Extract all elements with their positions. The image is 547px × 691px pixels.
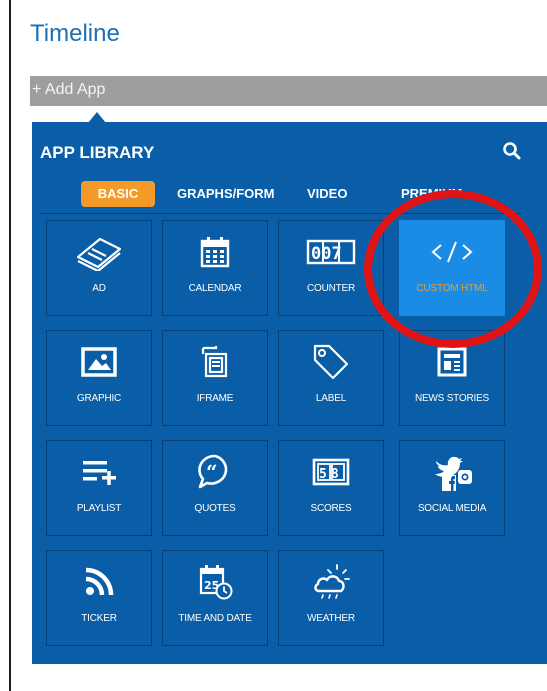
app-tile-graphic[interactable]: GRAPHIC <box>46 330 152 426</box>
app-tile-label-app[interactable]: LABEL <box>278 330 384 426</box>
app-tile-label: IFRAME <box>196 393 234 404</box>
search-icon[interactable] <box>502 141 522 161</box>
rss-icon <box>85 567 114 596</box>
cloud-sun-icon <box>314 564 350 599</box>
app-tile-scores[interactable]: 58 SCORES <box>278 440 384 536</box>
quote-bubble-icon: “ <box>198 454 228 489</box>
app-tile-quotes[interactable]: “ QUOTES <box>162 440 268 536</box>
app-tile-time-and-date[interactable]: 25 TIME AND DATE <box>162 550 268 646</box>
app-tile-label: LABEL <box>315 393 347 404</box>
newspaper-icon <box>437 347 467 377</box>
app-tile-label: PLAYLIST <box>76 503 122 514</box>
app-tile-ad[interactable]: AD <box>46 220 152 316</box>
left-divider <box>9 0 11 691</box>
app-tile-iframe[interactable]: IFRAME <box>162 330 268 426</box>
app-library-title: APP LIBRARY <box>40 143 155 162</box>
calendar-clock-icon: 25 <box>199 565 233 600</box>
tag-icon <box>313 344 349 380</box>
scoreboard-icon-digits: 58 <box>319 467 343 482</box>
tab-basic[interactable]: BASIC <box>81 181 155 207</box>
ad-icon <box>76 237 122 271</box>
highlight-circle-annotation <box>364 190 542 348</box>
app-tile-ticker[interactable]: TICKER <box>46 550 152 646</box>
app-tile-label: QUOTES <box>194 503 236 514</box>
calendar-icon <box>200 237 230 268</box>
app-tile-weather[interactable]: WEATHER <box>278 550 384 646</box>
app-tile-label: WEATHER <box>307 613 355 624</box>
app-tile-label: NEWS STORIES <box>414 393 490 404</box>
tab-graphs-form[interactable]: GRAPHS/FORM <box>177 181 275 207</box>
counter-icon: 007 <box>306 239 356 265</box>
iframe-icon <box>201 346 228 378</box>
app-tile-label: CALENDAR <box>188 283 242 294</box>
playlist-icon <box>83 461 116 485</box>
svg-text:“: “ <box>206 460 218 484</box>
page-title: Timeline <box>30 20 120 47</box>
app-tile-calendar[interactable]: CALENDAR <box>162 220 268 316</box>
app-tile-label: TIME AND DATE <box>178 613 252 624</box>
tab-video[interactable]: VIDEO <box>307 181 347 207</box>
app-tile-label: SOCIAL MEDIA <box>417 503 487 514</box>
app-tile-playlist[interactable]: PLAYLIST <box>46 440 152 536</box>
app-tile-label: TICKER <box>81 613 117 624</box>
add-app-label: + Add App <box>32 81 106 98</box>
app-tile-label: AD <box>92 283 106 294</box>
app-tile-label: GRAPHIC <box>76 393 122 404</box>
scoreboard-icon: 58 <box>312 458 350 486</box>
counter-icon-digits: 007 <box>311 244 342 264</box>
image-icon <box>81 347 117 377</box>
app-tile-social-media[interactable]: SOCIAL MEDIA <box>399 440 505 536</box>
app-tile-label: SCORES <box>310 503 352 514</box>
social-media-icon <box>435 456 472 491</box>
add-app-bar[interactable]: + Add App <box>30 76 547 106</box>
